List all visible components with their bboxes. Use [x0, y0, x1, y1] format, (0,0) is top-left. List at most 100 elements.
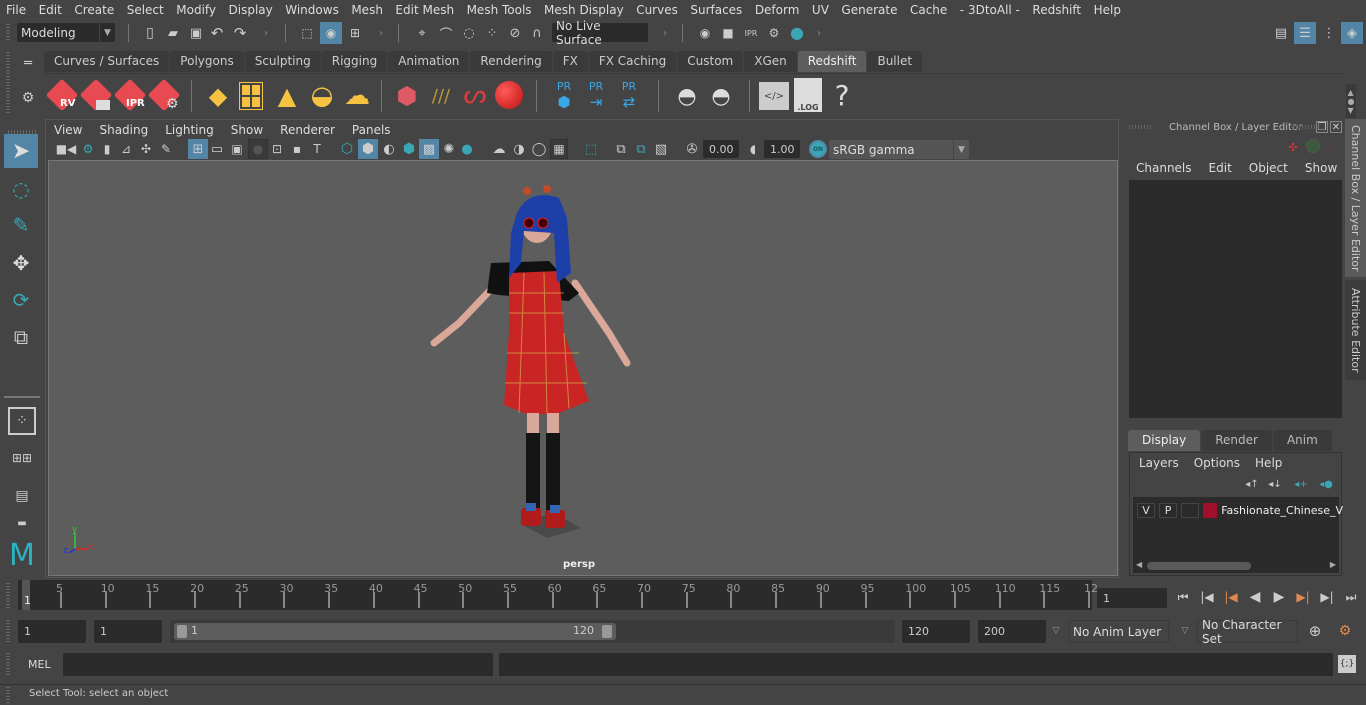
chevron-down-icon[interactable]: ▽ — [1050, 623, 1062, 639]
shelf-tab-xgen[interactable]: XGen — [744, 51, 797, 72]
proxy-icon[interactable]: PR ⬢ — [550, 78, 578, 112]
animation-start-field[interactable]: 1 — [18, 620, 86, 643]
shadows-icon[interactable]: ● — [458, 140, 476, 158]
menu-edit-mesh[interactable]: Edit Mesh — [395, 3, 454, 17]
mesh-light-icon[interactable]: ᔕ — [460, 78, 490, 112]
smooth-shade-icon[interactable]: ⬢ — [358, 139, 378, 159]
move-layer-up-icon[interactable]: ◂↑ — [1244, 477, 1260, 491]
outliner-persp-layout-icon[interactable]: ▤ — [8, 482, 36, 510]
attribute-editor-toggle-icon[interactable]: ☰ — [1294, 22, 1316, 44]
spot-light-icon[interactable]: ▲ — [273, 80, 301, 112]
layout-option-icon[interactable]: ▬ — [8, 516, 36, 530]
2d-pan-zoom-icon[interactable]: ✣ — [138, 140, 154, 158]
snap-to-point-icon[interactable]: ◌ — [459, 23, 479, 43]
shelf-tab-rigging[interactable]: Rigging — [321, 51, 388, 72]
channel-box-menu-object[interactable]: Object — [1249, 161, 1288, 175]
playback-start-field[interactable]: 1 — [94, 620, 162, 643]
live-surface-field[interactable]: No Live Surface — [552, 19, 648, 47]
sphere-light-icon[interactable] — [492, 78, 526, 112]
shelf-tab-sculpting[interactable]: Sculpting — [244, 51, 321, 72]
select-by-component-icon[interactable]: ⊞ — [345, 23, 365, 43]
new-layer-selected-icon[interactable]: ◂● — [1318, 477, 1334, 491]
safe-title-icon[interactable]: T — [308, 140, 326, 158]
menu-edit[interactable]: Edit — [39, 3, 62, 17]
menu-mesh-tools[interactable]: Mesh Tools — [467, 3, 532, 17]
menu-3dtoall[interactable]: - 3DtoAll - — [960, 3, 1020, 17]
image-plane-icon[interactable]: ⊿ — [118, 140, 134, 158]
layer-menu-help[interactable]: Help — [1255, 456, 1282, 470]
viewport-menu-lighting[interactable]: Lighting — [165, 123, 214, 137]
character-model[interactable] — [429, 183, 649, 553]
play-forwards-icon[interactable]: ▶ — [1269, 586, 1289, 608]
shelf-menu-icon[interactable]: ═ — [18, 56, 38, 71]
camera-attributes-icon[interactable]: ⚙ — [80, 140, 96, 158]
animation-end-field[interactable]: 200 — [978, 620, 1046, 643]
shelf-tab-rendering[interactable]: Rendering — [470, 51, 552, 72]
new-layer-icon[interactable]: ◂+ — [1293, 477, 1309, 491]
layer-tab-display[interactable]: Display — [1128, 430, 1201, 451]
single-perspective-layout-icon[interactable]: ⁘ — [8, 407, 36, 435]
tab-attribute-editor[interactable]: Attribute Editor — [1345, 280, 1366, 380]
drag-handle[interactable] — [6, 653, 10, 677]
safe-action-icon[interactable]: ▪ — [288, 140, 306, 158]
viewport-menu-panels[interactable]: Panels — [352, 123, 391, 137]
playback-end-field[interactable]: 120 — [902, 620, 970, 643]
wireframe-on-shaded-icon[interactable]: ⬢ — [400, 140, 418, 158]
grease-pencil-icon[interactable]: ✎ — [158, 140, 174, 158]
script-editor-icon[interactable]: {;} — [1338, 655, 1356, 673]
ambient-occlusion-icon[interactable]: ☁ — [490, 140, 508, 158]
menu-mesh[interactable]: Mesh — [351, 3, 383, 17]
auto-key-icon[interactable]: ⊕ — [1305, 621, 1325, 641]
area-light-icon[interactable]: ◆ — [202, 80, 234, 112]
film-gate-icon[interactable]: ▭ — [208, 140, 226, 158]
render-current-frame-icon[interactable]: ■ — [718, 23, 738, 43]
paint-select-tool-icon[interactable]: ✎ — [4, 208, 38, 242]
menu-mesh-display[interactable]: Mesh Display — [544, 3, 624, 17]
volume-icon[interactable]: ⬢ — [392, 80, 422, 112]
xray-components-icon[interactable]: ▧ — [652, 140, 670, 158]
shelf-settings-gear-icon[interactable]: ⚙ — [18, 88, 38, 108]
lasso-tool-icon[interactable]: ◌ — [4, 172, 38, 206]
drag-handle[interactable] — [6, 583, 10, 609]
shelf-scrollbar[interactable]: ▲ ● ▼ — [1346, 84, 1356, 118]
modeling-toolkit-icon[interactable]: ▤ — [1271, 23, 1291, 43]
portal-light-icon[interactable] — [237, 80, 265, 112]
dome-light-icon[interactable]: ◒ — [305, 80, 339, 112]
snap-to-curve-icon[interactable]: ⌒ — [436, 23, 456, 43]
redo-icon[interactable]: ↷ — [231, 23, 249, 43]
range-slider[interactable]: 1 120 — [174, 623, 616, 640]
color-space-dropdown[interactable]: sRGB gamma ▼ — [829, 140, 969, 159]
channel-box-area[interactable] — [1129, 180, 1342, 418]
shelf-tab-polygons[interactable]: Polygons — [170, 51, 244, 72]
open-scene-icon[interactable]: ▰ — [164, 23, 182, 43]
menu-display[interactable]: Display — [229, 3, 273, 17]
menu-modify[interactable]: Modify — [176, 3, 216, 17]
layer-tab-anim[interactable]: Anim — [1272, 430, 1332, 451]
proxy-export-icon[interactable]: PR ⇥ — [582, 78, 610, 112]
hypershade-icon[interactable]: ● — [787, 22, 807, 42]
script-editor-icon[interactable]: </> — [759, 82, 789, 110]
step-forward-frame-icon[interactable]: ▶| — [1317, 586, 1337, 608]
step-back-frame-icon[interactable]: |◀ — [1197, 586, 1217, 608]
resolution-gate-icon[interactable]: ▣ — [228, 140, 246, 158]
manipulator-axis-icon[interactable]: ✣ — [1285, 139, 1301, 155]
menu-file[interactable]: File — [6, 3, 26, 17]
channel-box-toggle-icon[interactable]: ◈ — [1341, 22, 1363, 44]
layer-reference-toggle[interactable] — [1181, 502, 1200, 518]
current-frame-field[interactable]: 1 — [1097, 588, 1167, 608]
layer-tab-render[interactable]: Render — [1201, 430, 1272, 451]
gamma-icon[interactable]: ◖ — [746, 140, 760, 158]
layer-name[interactable]: Fashionate_Chinese_V — [1221, 504, 1343, 517]
render-settings-icon[interactable]: ⚙ — [764, 23, 784, 43]
exposure-field[interactable]: 0.00 — [703, 140, 739, 158]
select-by-object-icon[interactable]: ◉ — [320, 22, 342, 44]
shelf-tab-redshift[interactable]: Redshift — [797, 51, 867, 72]
viewport-menu-show[interactable]: Show — [231, 123, 263, 137]
menu-windows[interactable]: Windows — [285, 3, 339, 17]
sun-sky-icon[interactable]: ☁ — [340, 80, 374, 112]
script-language-toggle[interactable]: MEL — [28, 658, 51, 671]
motion-blur-icon[interactable]: ◑ — [510, 140, 528, 158]
tool-settings-icon[interactable]: ⋮ — [1319, 23, 1339, 43]
use-all-lights-icon[interactable]: ✺ — [440, 140, 458, 158]
menu-create[interactable]: Create — [74, 3, 114, 17]
